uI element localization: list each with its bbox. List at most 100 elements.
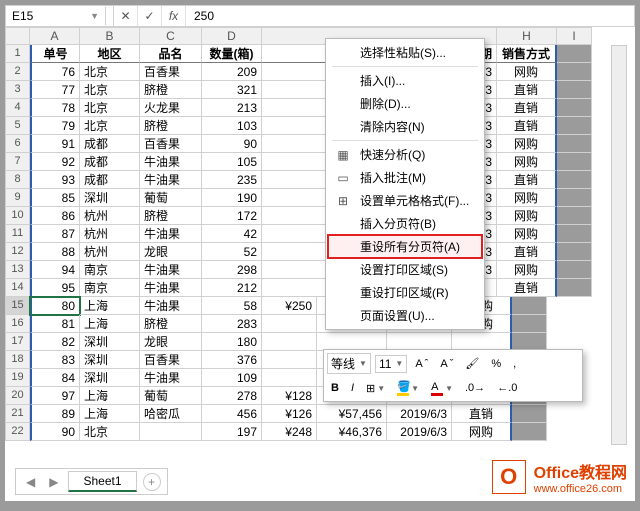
row-header[interactable]: 14 xyxy=(5,279,30,297)
cell[interactable]: 牛油果 xyxy=(140,225,202,243)
cell[interactable]: 42 xyxy=(202,225,262,243)
cell[interactable]: 北京 xyxy=(80,423,140,441)
cell[interactable]: 77 xyxy=(30,81,80,99)
cell[interactable]: 321 xyxy=(202,81,262,99)
row-header[interactable]: 18 xyxy=(5,351,30,369)
cell[interactable] xyxy=(557,225,592,243)
grow-font-button[interactable]: Aˆ xyxy=(411,356,432,372)
header-cell[interactable]: 地区 xyxy=(80,45,140,63)
increase-decimal-button[interactable]: .0→ xyxy=(461,380,489,396)
name-box[interactable]: E15 ▼ xyxy=(6,7,106,25)
cell[interactable]: 2019/6/3 xyxy=(387,423,452,441)
cell[interactable]: 牛油果 xyxy=(140,261,202,279)
add-sheet-button[interactable]: + xyxy=(143,473,161,491)
cell[interactable]: ¥126 xyxy=(262,405,317,423)
font-size-selector[interactable]: 11 ▼ xyxy=(375,355,407,373)
formula-cancel-button[interactable]: ✕ xyxy=(114,6,138,26)
cell[interactable] xyxy=(557,117,592,135)
cell[interactable]: ¥128 xyxy=(262,387,317,405)
cell[interactable] xyxy=(262,351,317,369)
menu-reset-page-breaks[interactable]: 重设所有分页符(A) xyxy=(328,235,482,258)
cell[interactable]: 103 xyxy=(202,117,262,135)
cell[interactable]: 235 xyxy=(202,171,262,189)
cell[interactable]: 直销 xyxy=(497,243,557,261)
cell[interactable]: 葡萄 xyxy=(140,387,202,405)
cell[interactable]: 葡萄 xyxy=(140,189,202,207)
row-header[interactable]: 16 xyxy=(5,315,30,333)
comma-style-button[interactable]: , xyxy=(509,356,520,372)
menu-delete[interactable]: 删除(D)... xyxy=(328,92,482,115)
row-header[interactable]: 4 xyxy=(5,99,30,117)
header-cell[interactable]: 销售方式 xyxy=(497,45,557,63)
cell[interactable]: 直销 xyxy=(497,81,557,99)
cell[interactable]: 180 xyxy=(202,333,262,351)
cell[interactable]: 杭州 xyxy=(80,243,140,261)
cell[interactable]: 209 xyxy=(202,63,262,81)
cell[interactable]: 190 xyxy=(202,189,262,207)
col-header-C[interactable]: C xyxy=(140,27,202,45)
cell[interactable]: 直销 xyxy=(497,279,557,297)
decrease-decimal-button[interactable]: ←.0 xyxy=(493,380,521,396)
cell[interactable]: 南京 xyxy=(80,279,140,297)
cell[interactable]: 82 xyxy=(30,333,80,351)
cell[interactable]: 北京 xyxy=(80,117,140,135)
cell[interactable] xyxy=(557,279,592,297)
row-header[interactable]: 15 xyxy=(5,297,30,315)
row-header[interactable]: 19 xyxy=(5,369,30,387)
cell[interactable]: 80 xyxy=(30,297,80,315)
menu-reset-print-area[interactable]: 重设打印区域(R) xyxy=(328,281,482,304)
cell[interactable]: 213 xyxy=(202,99,262,117)
header-cell[interactable]: 品名 xyxy=(140,45,202,63)
cell[interactable]: 92 xyxy=(30,153,80,171)
vertical-scrollbar[interactable] xyxy=(611,45,627,445)
cell[interactable]: 上海 xyxy=(80,387,140,405)
cell[interactable]: 网购 xyxy=(497,135,557,153)
cell[interactable]: 网购 xyxy=(497,207,557,225)
row-header[interactable]: 12 xyxy=(5,243,30,261)
cell[interactable] xyxy=(262,315,317,333)
cell[interactable]: 52 xyxy=(202,243,262,261)
cell[interactable]: 58 xyxy=(202,297,262,315)
cell[interactable]: 成都 xyxy=(80,153,140,171)
sheet-nav-prev-icon[interactable]: ◀ xyxy=(22,475,39,489)
row-header[interactable]: 8 xyxy=(5,171,30,189)
cell[interactable]: 牛油果 xyxy=(140,369,202,387)
italic-button[interactable]: I xyxy=(347,380,358,396)
col-header-B[interactable]: B xyxy=(80,27,140,45)
cell[interactable]: 93 xyxy=(30,171,80,189)
cell[interactable] xyxy=(512,315,547,333)
menu-paste-special[interactable]: 选择性粘贴(S)... xyxy=(328,41,482,64)
cell[interactable]: 南京 xyxy=(80,261,140,279)
cell[interactable] xyxy=(557,207,592,225)
cell[interactable] xyxy=(557,135,592,153)
col-header-D[interactable]: D xyxy=(202,27,262,45)
empty-cell[interactable] xyxy=(557,45,592,63)
col-header-I[interactable]: I xyxy=(557,27,592,45)
cell[interactable]: 172 xyxy=(202,207,262,225)
row-header[interactable]: 1 xyxy=(5,45,30,63)
cell[interactable]: 197 xyxy=(202,423,262,441)
cell[interactable]: 97 xyxy=(30,387,80,405)
cell[interactable]: 牛油果 xyxy=(140,153,202,171)
cell[interactable]: 78 xyxy=(30,99,80,117)
cell[interactable] xyxy=(557,63,592,81)
header-cell[interactable]: 数量(箱) xyxy=(202,45,262,63)
cell[interactable]: 脐橙 xyxy=(140,315,202,333)
cell[interactable]: 脐橙 xyxy=(140,207,202,225)
cell[interactable]: 上海 xyxy=(80,297,140,315)
menu-set-print-area[interactable]: 设置打印区域(S) xyxy=(328,258,482,281)
cell[interactable]: 百香果 xyxy=(140,135,202,153)
sheet-nav-next-icon[interactable]: ▶ xyxy=(45,475,62,489)
cell[interactable]: 76 xyxy=(30,63,80,81)
cell[interactable] xyxy=(557,171,592,189)
name-box-dropdown-icon[interactable]: ▼ xyxy=(90,11,99,21)
cell[interactable]: 86 xyxy=(30,207,80,225)
cell[interactable]: ¥46,376 xyxy=(317,423,387,441)
cell[interactable]: 脐橙 xyxy=(140,81,202,99)
cell[interactable] xyxy=(557,99,592,117)
cell[interactable]: 90 xyxy=(202,135,262,153)
row-header[interactable]: 21 xyxy=(5,405,30,423)
cell[interactable]: 哈密瓜 xyxy=(140,405,202,423)
cell[interactable]: 109 xyxy=(202,369,262,387)
menu-format-cells[interactable]: ⊞ 设置单元格格式(F)... xyxy=(328,189,482,212)
